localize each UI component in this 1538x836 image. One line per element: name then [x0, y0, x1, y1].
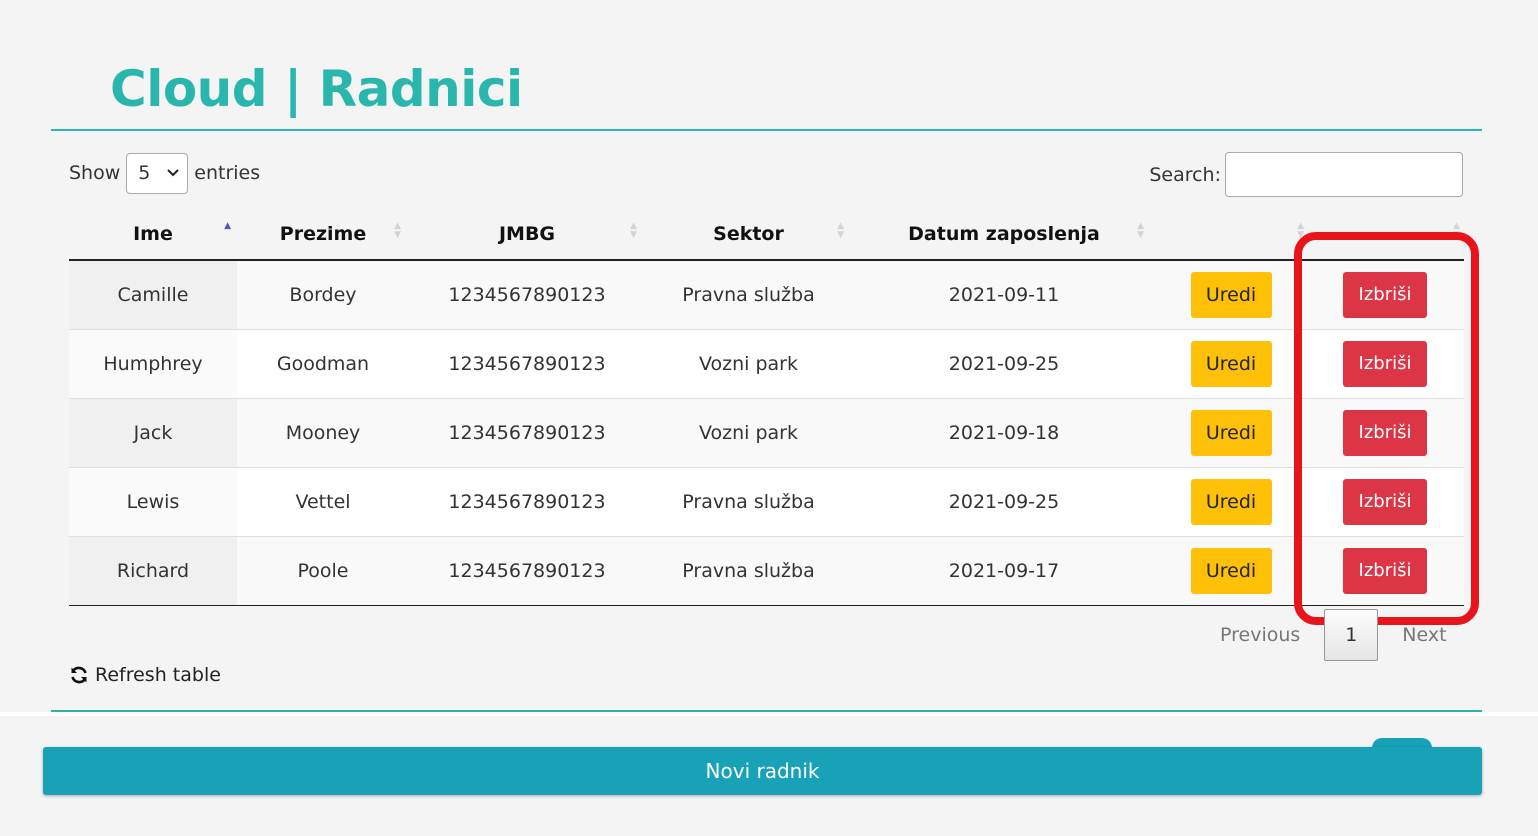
cell-edit: Uredi — [1156, 328, 1306, 398]
cell-datum: 2021-09-18 — [852, 397, 1156, 467]
table-row: Humphrey Goodman 1234567890123 Vozni par… — [69, 328, 1464, 398]
cell-jmbg: 1234567890123 — [409, 397, 645, 467]
cell-edit: Uredi — [1156, 397, 1306, 467]
cell-prezime: Vettel — [237, 466, 409, 536]
cell-ime: Richard — [69, 535, 237, 606]
refresh-icon — [69, 665, 89, 685]
pagination-next[interactable]: Next — [1402, 624, 1446, 646]
pagination-page-current[interactable]: 1 — [1324, 609, 1379, 661]
table-row: Jack Mooney 1234567890123 Vozni park 202… — [69, 397, 1464, 467]
sort-icon: ▲ ▼ — [394, 221, 401, 240]
cell-edit: Uredi — [1156, 260, 1306, 329]
delete-button[interactable]: Izbriši — [1343, 409, 1427, 456]
page-title: Cloud | Radnici — [110, 60, 523, 118]
delete-button[interactable]: Izbriši — [1343, 478, 1427, 525]
cell-ime: Camille — [69, 260, 237, 329]
table-row: Richard Poole 1234567890123 Pravna služb… — [69, 535, 1464, 606]
cell-jmbg: 1234567890123 — [409, 260, 645, 329]
search-box: Search: — [1149, 152, 1463, 197]
cell-sektor: Vozni park — [645, 397, 852, 467]
cell-ime: Humphrey — [69, 328, 237, 398]
sort-icon: ▲ ▼ — [1453, 221, 1460, 240]
delete-button[interactable]: Izbriši — [1343, 271, 1427, 318]
cell-edit: Uredi — [1156, 535, 1306, 606]
cell-prezime: Mooney — [237, 397, 409, 467]
sort-icon: ▲ ▼ — [630, 221, 637, 240]
cell-ime: Jack — [69, 397, 237, 467]
search-input[interactable] — [1225, 152, 1463, 197]
section-separator — [0, 712, 1538, 716]
edit-button[interactable]: Uredi — [1190, 547, 1272, 594]
pagination-previous[interactable]: Previous — [1220, 624, 1300, 646]
cell-prezime: Goodman — [237, 328, 409, 398]
cell-delete: Izbriši — [1306, 397, 1464, 467]
column-header-edit[interactable]: ▲ ▼ — [1156, 208, 1306, 261]
cell-prezime: Bordey — [237, 260, 409, 329]
length-menu: Show 5 entries — [69, 152, 260, 194]
sort-icon: ▲ ▼ — [1137, 221, 1144, 240]
edit-button[interactable]: Uredi — [1190, 409, 1272, 456]
cell-delete: Izbriši — [1306, 328, 1464, 398]
new-employee-button[interactable]: Novi radnik — [43, 747, 1482, 795]
table-header-row: Ime ▲ Prezime ▲ ▼ JMBG ▲ ▼ Sektor ▲ ▼ Datum… — [69, 208, 1464, 261]
edit-button[interactable]: Uredi — [1190, 340, 1272, 387]
length-prefix: Show — [69, 162, 121, 184]
employees-table: Ime ▲ Prezime ▲ ▼ JMBG ▲ ▼ Sektor ▲ ▼ Datum… — [69, 208, 1464, 606]
table-row: Camille Bordey 1234567890123 Pravna služ… — [69, 260, 1464, 329]
delete-button[interactable]: Izbriši — [1343, 547, 1427, 594]
search-label: Search: — [1149, 163, 1221, 186]
cell-sektor: Pravna služba — [645, 466, 852, 536]
edit-button[interactable]: Uredi — [1190, 478, 1272, 525]
cell-delete: Izbriši — [1306, 260, 1464, 329]
entries-select-value: 5 — [138, 162, 151, 184]
cell-datum: 2021-09-25 — [852, 328, 1156, 398]
column-header-delete[interactable]: ▲ ▼ — [1306, 208, 1464, 261]
sort-asc-icon: ▲ — [224, 221, 231, 231]
edit-button[interactable]: Uredi — [1190, 271, 1272, 318]
cell-delete: Izbriši — [1306, 466, 1464, 536]
column-header-datum[interactable]: Datum zaposlenja ▲ ▼ — [852, 208, 1156, 261]
sort-icon: ▲ ▼ — [837, 221, 844, 240]
cell-sektor: Pravna služba — [645, 535, 852, 606]
table-row: Lewis Vettel 1234567890123 Pravna služba… — [69, 466, 1464, 536]
cell-prezime: Poole — [237, 535, 409, 606]
cell-edit: Uredi — [1156, 466, 1306, 536]
length-suffix: entries — [194, 162, 261, 184]
cell-datum: 2021-09-11 — [852, 260, 1156, 329]
pagination: Previous 1 Next — [1220, 609, 1447, 661]
cell-ime: Lewis — [69, 466, 237, 536]
entries-select[interactable]: 5 — [126, 152, 189, 194]
cell-sektor: Vozni park — [645, 328, 852, 398]
refresh-label: Refresh table — [95, 664, 221, 686]
column-header-sektor[interactable]: Sektor ▲ ▼ — [645, 208, 852, 261]
delete-button[interactable]: Izbriši — [1343, 340, 1427, 387]
sort-icon: ▲ ▼ — [1297, 221, 1304, 240]
cell-jmbg: 1234567890123 — [409, 535, 645, 606]
cell-datum: 2021-09-17 — [852, 535, 1156, 606]
title-divider — [51, 129, 1482, 131]
column-header-ime[interactable]: Ime ▲ — [69, 208, 237, 261]
refresh-table-link[interactable]: Refresh table — [69, 664, 221, 686]
cell-sektor: Pravna služba — [645, 260, 852, 329]
page: Cloud | Radnici Show 5 entries Search: I… — [0, 0, 1538, 836]
cell-datum: 2021-09-25 — [852, 466, 1156, 536]
chevron-down-icon — [167, 167, 179, 180]
column-header-jmbg[interactable]: JMBG ▲ ▼ — [409, 208, 645, 261]
cell-jmbg: 1234567890123 — [409, 466, 645, 536]
cell-jmbg: 1234567890123 — [409, 328, 645, 398]
column-header-prezime[interactable]: Prezime ▲ ▼ — [237, 208, 409, 261]
cell-delete: Izbriši — [1306, 535, 1464, 606]
